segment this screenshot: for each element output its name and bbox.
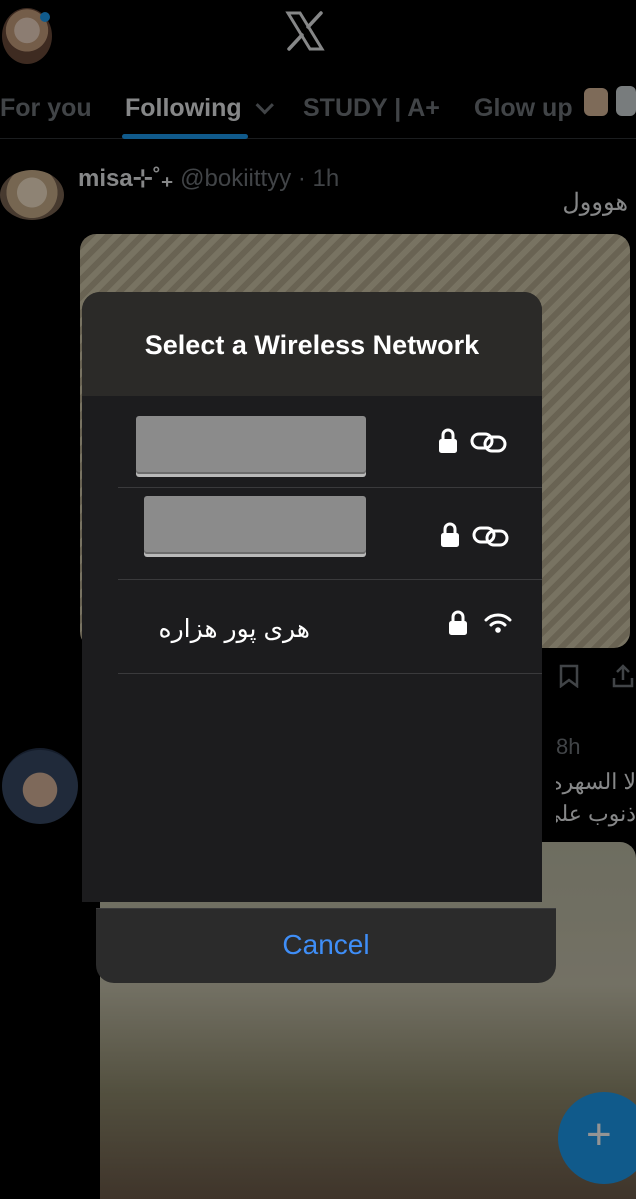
row-divider bbox=[118, 673, 542, 674]
redacted-network-name bbox=[144, 496, 366, 554]
sheet-title: Select a Wireless Network bbox=[144, 330, 480, 360]
cancel-bar: Cancel bbox=[96, 908, 556, 983]
lock-icon bbox=[449, 610, 467, 635]
lock-icon bbox=[439, 428, 457, 453]
cancel-button[interactable]: Cancel bbox=[96, 929, 556, 961]
row-divider bbox=[118, 579, 542, 580]
network-row[interactable]: هری پور هزاره bbox=[82, 582, 542, 674]
wifi-network-sheet: Select a Wireless Network هری پور هزاره bbox=[82, 292, 542, 902]
network-row[interactable] bbox=[82, 396, 542, 488]
network-name: هری پور هزاره bbox=[158, 615, 310, 643]
lock-icon bbox=[441, 522, 459, 547]
redacted-network-name bbox=[136, 416, 366, 474]
link-icon bbox=[472, 526, 509, 547]
network-row[interactable] bbox=[82, 488, 542, 580]
wifi-icon bbox=[484, 613, 512, 633]
link-icon bbox=[470, 432, 507, 453]
sheet-header: Select a Wireless Network bbox=[82, 292, 542, 396]
